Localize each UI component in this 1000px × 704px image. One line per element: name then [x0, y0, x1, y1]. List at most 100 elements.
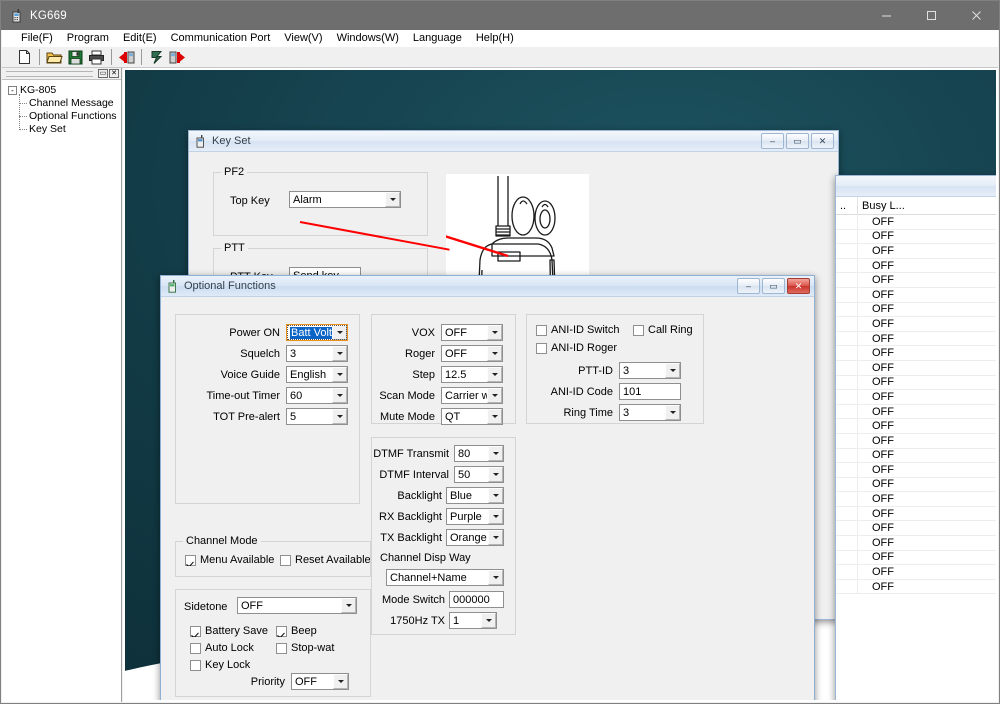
new-file-icon[interactable] [14, 48, 35, 67]
backlight-combo[interactable]: Blue [446, 487, 504, 504]
menu-item-windows[interactable]: Windows(W) [330, 31, 406, 46]
ani-id-switch-checkbox[interactable]: ANI-ID Switch [536, 324, 619, 336]
rx-backlight-combo[interactable]: Purple [446, 508, 504, 525]
chevron-down-icon[interactable] [487, 367, 502, 382]
voice-guide-combo[interactable]: English [286, 366, 348, 383]
table-row[interactable]: OFF [836, 229, 996, 245]
maximize-button[interactable]: ▭ [786, 133, 809, 149]
table-row[interactable]: OFF [836, 331, 996, 347]
channel-disp-way-combo[interactable]: Channel+Name [386, 569, 504, 586]
menu-available-checkbox[interactable]: Menu Available [185, 554, 274, 566]
table-row[interactable]: OFF [836, 492, 996, 507]
table-row[interactable]: OFF [836, 463, 996, 478]
priority-combo[interactable]: OFF [291, 673, 349, 690]
chevron-down-icon[interactable] [665, 363, 680, 378]
column-header-prev[interactable]: .. [836, 197, 858, 215]
minimize-button[interactable] [864, 1, 909, 30]
table-row[interactable]: OFF [836, 404, 996, 420]
menu-item-language[interactable]: Language [406, 31, 469, 46]
drag-grip[interactable] [6, 70, 93, 77]
table-row[interactable]: OFF [836, 448, 996, 464]
table-row[interactable]: OFF [836, 287, 996, 303]
auto-lock-checkbox[interactable]: Auto Lock [190, 642, 254, 654]
sidetone-combo[interactable]: OFF [237, 597, 357, 614]
ring-time-combo[interactable]: 3 [619, 404, 681, 421]
chevron-down-icon[interactable] [488, 488, 503, 503]
table-row[interactable]: OFF [836, 258, 996, 274]
table-row[interactable]: OFF [836, 244, 996, 259]
vox-combo[interactable]: OFF [441, 324, 503, 341]
mode-switch-field[interactable]: 000000 [449, 591, 504, 608]
table-row[interactable]: OFF [836, 521, 996, 537]
menu-item-help[interactable]: Help(H) [469, 31, 521, 46]
dtmf-interval-combo[interactable]: 50 [454, 466, 504, 483]
tx-backlight-combo[interactable]: Orange [446, 529, 504, 546]
table-row[interactable]: OFF [836, 360, 996, 376]
table-row[interactable]: OFF [836, 346, 996, 361]
chevron-down-icon[interactable] [341, 598, 356, 613]
chevron-down-icon[interactable] [487, 388, 502, 403]
minimize-button[interactable]: – [737, 278, 760, 294]
reset-available-checkbox[interactable]: Reset Available [280, 554, 370, 566]
menu-item-file[interactable]: File(F) [14, 31, 60, 46]
tree-root-node[interactable]: - KG-805 [8, 84, 121, 96]
optional-functions-title-bar[interactable]: Optional Functions – ▭ ✕ [161, 276, 814, 297]
optional-functions-window[interactable]: Optional Functions – ▭ ✕ Power ON Batt V… [160, 275, 815, 700]
channel-window-title-bar[interactable]: – ▭ ✕ [836, 176, 996, 197]
program-icon[interactable] [146, 48, 167, 67]
chevron-down-icon[interactable] [332, 367, 347, 382]
table-row[interactable]: OFF [836, 477, 996, 493]
table-row[interactable]: OFF [836, 565, 996, 580]
tree-item-channel-message[interactable]: Channel Message [16, 97, 121, 109]
chevron-down-icon[interactable] [487, 325, 502, 340]
channel-listview[interactable]: .. Busy L... OFF OFF OFF OFF OFF OFF OFF OFF OFF… [836, 197, 996, 700]
table-row[interactable]: OFF [836, 317, 996, 332]
table-row[interactable]: OFF [836, 302, 996, 318]
step-combo[interactable]: 12.5 [441, 366, 503, 383]
chevron-down-icon[interactable] [488, 570, 503, 585]
save-disk-icon[interactable] [65, 48, 86, 67]
close-button[interactable]: ✕ [811, 133, 834, 149]
chevron-down-icon[interactable] [332, 409, 347, 424]
top-key-combo[interactable]: Alarm [289, 191, 401, 208]
chevron-down-icon[interactable] [488, 446, 503, 461]
tot-pre-alert-combo[interactable]: 5 [286, 408, 348, 425]
table-row[interactable]: OFF [836, 433, 996, 449]
write-to-radio-icon[interactable] [167, 48, 188, 67]
maximize-button[interactable] [909, 1, 954, 30]
ptt-id-combo[interactable]: 3 [619, 362, 681, 379]
close-button[interactable]: ✕ [787, 278, 810, 294]
table-row[interactable]: OFF [836, 506, 996, 522]
chevron-down-icon[interactable] [488, 509, 503, 524]
table-row[interactable]: OFF [836, 215, 996, 230]
key-lock-checkbox[interactable]: Key Lock [190, 659, 250, 671]
chevron-down-icon[interactable] [332, 325, 347, 340]
table-row[interactable]: OFF [836, 273, 996, 288]
chevron-down-icon[interactable] [487, 409, 502, 424]
table-row[interactable]: OFF [836, 375, 996, 391]
table-row[interactable]: OFF [836, 419, 996, 434]
key-set-title-bar[interactable]: Key Set – ▭ ✕ [189, 131, 838, 152]
maximize-button[interactable]: ▭ [762, 278, 785, 294]
beep-checkbox[interactable]: Beep [276, 625, 317, 637]
chevron-collapse-icon[interactable]: - [8, 85, 17, 95]
chevron-down-icon[interactable] [481, 613, 496, 628]
float-button[interactable]: ▭ [98, 69, 108, 78]
chevron-down-icon[interactable] [333, 674, 348, 689]
table-row[interactable]: OFF [836, 579, 996, 595]
ani-id-roger-checkbox[interactable]: ANI-ID Roger [536, 342, 617, 354]
chevron-down-icon[interactable] [665, 405, 680, 420]
menu-item-communication-port[interactable]: Communication Port [164, 31, 278, 46]
chevron-down-icon[interactable] [487, 346, 502, 361]
channel-message-window[interactable]: – ▭ ✕ .. Busy L... OFFOFFOFFOFFOFFOFFOFF… [835, 175, 996, 700]
minimize-button[interactable]: – [761, 133, 784, 149]
close-icon[interactable]: ✕ [109, 69, 119, 78]
roger-combo[interactable]: OFF [441, 345, 503, 362]
table-row[interactable]: OFF [836, 550, 996, 566]
table-row[interactable]: OFF [836, 390, 996, 405]
stop-watch-checkbox[interactable]: Stop-wat [276, 642, 348, 654]
ani-id-code-field[interactable]: 101 [619, 383, 681, 400]
table-row[interactable]: OFF [836, 536, 996, 551]
close-button[interactable] [954, 1, 999, 30]
chevron-down-icon[interactable] [488, 467, 503, 482]
